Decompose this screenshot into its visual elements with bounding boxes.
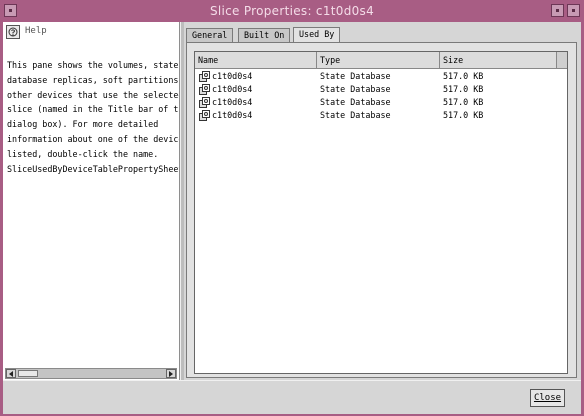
- help-book-icon[interactable]: [6, 25, 20, 39]
- column-header-size[interactable]: Size: [440, 52, 557, 68]
- table-corner: [556, 52, 567, 68]
- help-label: Help: [25, 26, 47, 36]
- maximize-button[interactable]: [567, 4, 580, 17]
- used-by-panel: Name Type Size c1t0d0s4 State Database 517…: [186, 42, 577, 378]
- help-text-line: other devices that use the selected: [7, 89, 179, 100]
- minimize-button[interactable]: [551, 4, 564, 17]
- cell-type: State Database: [320, 110, 391, 120]
- row-name: c1t0d0s4: [212, 71, 253, 81]
- scroll-right-button[interactable]: [166, 369, 176, 378]
- cell-size: 517.0 KB: [443, 71, 484, 81]
- close-button[interactable]: Close: [530, 389, 565, 407]
- row-name: c1t0d0s4: [212, 84, 253, 94]
- column-header-name[interactable]: Name: [195, 52, 317, 68]
- minimize-icon: [556, 9, 559, 12]
- arrow-right-icon: [169, 371, 173, 377]
- window-title: Slice Properties: c1t0d0s4: [209, 4, 375, 18]
- cell-type: State Database: [320, 71, 391, 81]
- help-text-line: database replicas, soft partitions,: [7, 74, 179, 85]
- help-horizontal-scrollbar[interactable]: [5, 368, 177, 379]
- arrow-left-icon: [9, 371, 13, 377]
- help-text-line: dialog box). For more detailed: [7, 119, 159, 130]
- table-row[interactable]: c1t0d0s4 State Database 517.0 KB: [195, 70, 567, 83]
- table-row[interactable]: c1t0d0s4 State Database 517.0 KB: [195, 96, 567, 109]
- help-pane: Help This pane shows the volumes, state d…: [3, 22, 181, 380]
- state-database-icon: [199, 71, 210, 82]
- used-by-table: Name Type Size c1t0d0s4 State Database 517…: [194, 51, 568, 374]
- table-row[interactable]: c1t0d0s4 State Database 517.0 KB: [195, 109, 567, 122]
- help-text-line: This pane shows the volumes, state: [7, 60, 179, 70]
- row-name: c1t0d0s4: [212, 97, 253, 107]
- help-header: Help: [3, 22, 179, 42]
- button-bar: Close: [3, 380, 581, 414]
- cell-size: 517.0 KB: [443, 110, 484, 120]
- cell-type: State Database: [320, 84, 391, 94]
- scroll-thumb[interactable]: [18, 370, 38, 377]
- help-text-line: listed, double-click the name.: [7, 148, 159, 159]
- state-database-icon: [199, 84, 210, 95]
- tab-used-by[interactable]: Used By: [293, 27, 341, 42]
- title-bar[interactable]: Slice Properties: c1t0d0s4: [0, 0, 584, 22]
- scroll-left-button[interactable]: [6, 369, 16, 378]
- tabs-area: General Built On Used By Name Type Size …: [184, 22, 581, 380]
- maximize-icon: [572, 9, 575, 12]
- dialog-content: Help This pane shows the volumes, state d…: [3, 22, 581, 414]
- help-text-line: information about one of the devices: [7, 133, 179, 144]
- state-database-icon: [199, 110, 210, 121]
- help-text: This pane shows the volumes, state databa…: [7, 58, 179, 176]
- tab-built-on[interactable]: Built On: [238, 28, 291, 42]
- cell-size: 517.0 KB: [443, 84, 484, 94]
- tab-general[interactable]: General: [186, 28, 234, 42]
- help-text-line: SliceUsedByDeviceTablePropertySheet.: [7, 163, 179, 174]
- table-header: Name Type Size: [195, 52, 567, 69]
- help-text-line: slice (named in the Title bar of thi: [7, 104, 179, 115]
- column-header-type[interactable]: Type: [317, 52, 440, 68]
- state-database-icon: [199, 97, 210, 108]
- row-name: c1t0d0s4: [212, 110, 253, 120]
- cell-type: State Database: [320, 97, 391, 107]
- cell-size: 517.0 KB: [443, 97, 484, 107]
- table-row[interactable]: c1t0d0s4 State Database 517.0 KB: [195, 83, 567, 96]
- slice-properties-window: Slice Properties: c1t0d0s4 Help This pan…: [0, 0, 584, 416]
